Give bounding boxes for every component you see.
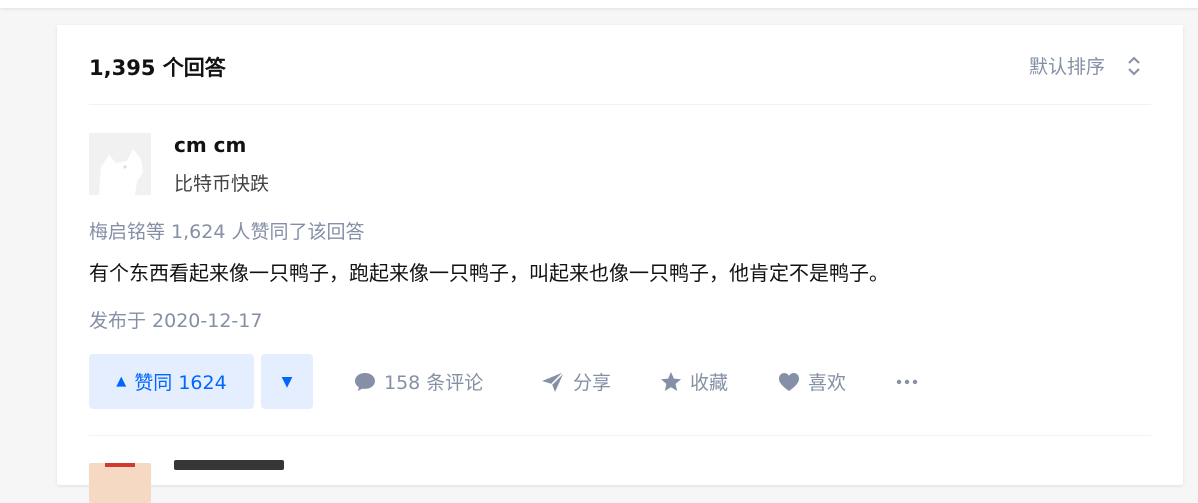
answers-header: 1,395 个回答 默认排序 <box>89 25 1151 105</box>
answer-count: 1,395 个回答 <box>89 56 226 80</box>
comments-label: 158 条评论 <box>384 372 484 394</box>
share-button[interactable]: 分享 <box>541 354 611 409</box>
upvote-button[interactable]: ▲ 赞同 1624 <box>89 354 254 409</box>
more-button[interactable] <box>896 354 926 409</box>
sort-dropdown[interactable]: 默认排序 <box>1029 52 1141 79</box>
answer-divider <box>89 435 1151 436</box>
author-name[interactable]: cm cm <box>174 133 246 157</box>
share-icon <box>542 370 565 392</box>
top-nav-bar <box>0 0 1198 8</box>
comments-button[interactable]: 158 条评论 <box>354 354 483 409</box>
downvote-icon: ▼ <box>281 373 293 390</box>
upvote-label: 赞同 1624 <box>134 372 227 394</box>
heart-icon <box>779 372 799 391</box>
favorite-button[interactable]: 收藏 <box>660 354 728 409</box>
publish-date[interactable]: 发布于 2020-12-17 <box>89 306 262 333</box>
more-icon <box>896 379 918 384</box>
answers-card: 1,395 个回答 默认排序 cm cm 比特币快跌 梅启铭等 1,624 人赞… <box>57 25 1183 503</box>
favorite-label: 收藏 <box>690 372 729 394</box>
like-button[interactable]: 喜欢 <box>778 354 846 409</box>
next-answer-author[interactable] <box>174 460 284 470</box>
star-icon <box>661 371 681 391</box>
like-label: 喜欢 <box>808 372 847 394</box>
downvote-button[interactable]: ▼ <box>261 354 313 409</box>
sort-icon <box>1127 55 1141 77</box>
comment-icon <box>355 372 375 391</box>
answer-content[interactable]: 有个东西看起来像一只鸭子，跑起来像一只鸭子，叫起来也像一只鸭子，他肯定不是鸭子。 <box>89 257 889 286</box>
avatar[interactable] <box>89 133 151 195</box>
answer-actions: ▲ 赞同 1624 ▼ 158 条评论 分享 收藏 喜欢 <box>89 354 989 409</box>
upvote-icon: ▲ <box>116 374 127 389</box>
share-label: 分享 <box>573 372 612 394</box>
author-bio: 比特币快跌 <box>174 173 270 195</box>
sort-label: 默认排序 <box>1028 56 1105 78</box>
next-answer-avatar[interactable] <box>89 463 151 503</box>
voters-summary[interactable]: 梅启铭等 1,624 人赞同了该回答 <box>89 217 364 244</box>
